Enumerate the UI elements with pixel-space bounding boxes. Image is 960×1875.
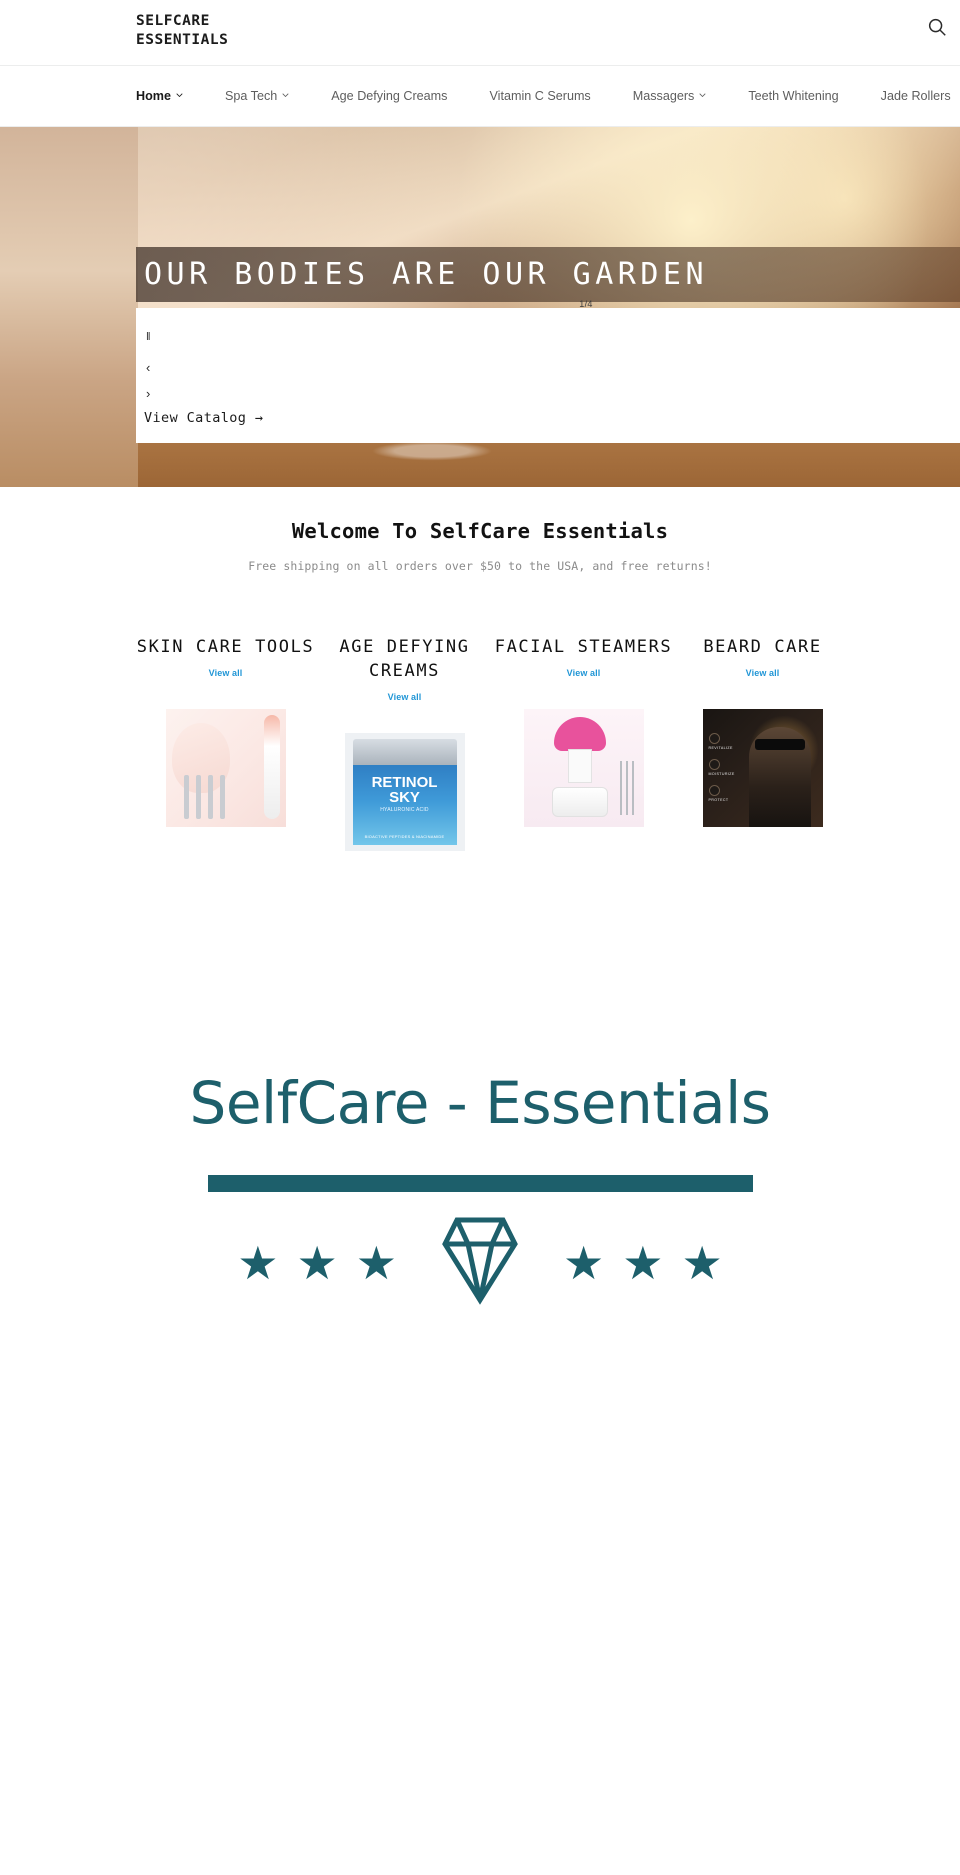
star-icon: ★	[563, 1236, 605, 1289]
category-title[interactable]: AGE DEFYING CREAMS	[315, 635, 494, 683]
beard-tag-protect: PROTECT	[708, 798, 729, 803]
star-icon: ★	[296, 1236, 338, 1289]
slider-next-button[interactable]: ›	[146, 387, 150, 400]
moisturize-icon	[708, 759, 720, 771]
view-all-link[interactable]: View all	[209, 668, 243, 678]
steamer-cone	[553, 717, 606, 752]
protect-icon	[708, 785, 720, 797]
nav-label: Home	[136, 89, 171, 103]
hero-title-band: OUR BODIES ARE OUR GARDEN	[136, 247, 960, 302]
site-header: SELFCARE ESSENTIALS	[0, 0, 960, 65]
retinol-cream-jar-image[interactable]: RETINOL SKY HYALURONIC ACID BIOACTIVE PE…	[344, 733, 465, 852]
tool-prong	[195, 775, 201, 820]
steamer-accessory	[631, 761, 634, 816]
nav-label: Vitamin C Serums	[489, 89, 591, 103]
header-actions	[926, 16, 948, 38]
view-catalog-button[interactable]: View Catalog →	[144, 410, 263, 426]
slide-counter: 1/4	[579, 299, 593, 309]
wand-illustration	[263, 715, 280, 820]
stars-right: ★ ★ ★	[563, 1240, 723, 1286]
diamond-icon	[441, 1214, 519, 1311]
skin-care-tools-image[interactable]	[165, 709, 286, 828]
nav-label: Teeth Whitening	[748, 89, 839, 103]
nav-item-spa-tech[interactable]: Spa Tech	[225, 89, 289, 103]
nav-item-jade-rollers[interactable]: Jade Rollers	[881, 89, 951, 103]
category-grid: SKIN CARE TOOLS View all AGE DEFYING CRE…	[0, 635, 960, 852]
steamer-accessory	[625, 761, 628, 816]
category-title[interactable]: FACIAL STEAMERS	[494, 635, 673, 659]
slider-prev-button[interactable]: ‹	[146, 361, 150, 374]
main-navigation: Home Spa Tech Age Defying Creams Vitamin…	[0, 65, 960, 127]
category-card-age-defying-creams[interactable]: AGE DEFYING CREAMS View all RETINOL SKY …	[315, 635, 494, 852]
category-card-skin-care-tools[interactable]: SKIN CARE TOOLS View all	[136, 635, 315, 851]
welcome-section: Welcome To SelfCare Essentials Free ship…	[0, 487, 960, 573]
category-title[interactable]: BEARD CARE	[673, 635, 852, 659]
nav-item-vitamin-c-serums[interactable]: Vitamin C Serums	[489, 89, 590, 103]
nav-item-massagers[interactable]: Massagers	[633, 89, 707, 103]
cream-label-line1: RETINOL	[371, 774, 438, 792]
tool-prong	[183, 775, 189, 820]
steamer-neck	[567, 749, 592, 784]
beard-care-image[interactable]: REVITALIZE MOISTURIZE PROTECT	[702, 709, 823, 828]
hero-controls-panel: ‖ ‹ › View Catalog →	[136, 308, 960, 443]
search-icon[interactable]	[926, 16, 948, 38]
hero-slider: OUR BODIES ARE OUR GARDEN 1/4 ‖ ‹ › View…	[0, 127, 960, 487]
nav-item-home[interactable]: Home	[136, 89, 183, 103]
nav-label: Age Defying Creams	[331, 89, 448, 103]
steamer-base	[551, 787, 608, 818]
cream-label-line2: SKY	[389, 789, 420, 807]
nav-item-age-defying-creams[interactable]: Age Defying Creams	[331, 89, 447, 103]
cream-label-sub: BIOACTIVE PEPTIDES & NIACINAMIDE	[364, 834, 445, 840]
jar-lid	[352, 739, 457, 766]
brand-icon-row: ★ ★ ★ ★ ★ ★	[0, 1214, 960, 1311]
category-card-facial-steamers[interactable]: FACIAL STEAMERS View all	[494, 635, 673, 851]
cream-label-acid: HYALURONIC ACID	[380, 807, 429, 814]
facial-steamer-image[interactable]	[523, 709, 644, 828]
nav-label: Spa Tech	[225, 89, 278, 103]
slider-pause-button[interactable]: ‖	[146, 332, 150, 343]
star-icon: ★	[355, 1236, 397, 1289]
beard-tag-revitalize: REVITALIZE	[708, 746, 733, 751]
brand-wordmark: SelfCare - Essentials	[189, 1069, 771, 1138]
chevron-down-icon	[282, 92, 289, 100]
logo-line-2: ESSENTIALS	[136, 32, 229, 49]
shipping-notice: Free shipping on all orders over $50 to …	[248, 559, 712, 573]
view-all-link[interactable]: View all	[746, 668, 780, 678]
nav-item-teeth-whitening[interactable]: Teeth Whitening	[748, 89, 838, 103]
brand-divider	[207, 1175, 753, 1193]
brand-logo-section: SelfCare - Essentials ★ ★ ★ ★ ★ ★	[0, 1069, 960, 1311]
star-icon: ★	[622, 1236, 664, 1289]
view-all-link[interactable]: View all	[388, 692, 422, 702]
site-logo[interactable]: SELFCARE ESSENTIALS	[136, 12, 228, 51]
tool-prong	[219, 775, 225, 820]
category-card-beard-care[interactable]: BEARD CARE View all REVITALIZE MOISTURIZ…	[673, 635, 852, 851]
steamer-accessory	[619, 761, 622, 816]
star-icon: ★	[681, 1236, 723, 1289]
chevron-down-icon	[176, 92, 183, 100]
star-icon: ★	[237, 1236, 279, 1289]
chevron-down-icon	[699, 92, 706, 100]
hero-title: OUR BODIES ARE OUR GARDEN	[144, 257, 709, 292]
tool-prong	[207, 775, 213, 820]
welcome-heading: Welcome To SelfCare Essentials	[291, 519, 669, 543]
nav-list: Home Spa Tech Age Defying Creams Vitamin…	[0, 66, 960, 126]
stars-left: ★ ★ ★	[237, 1240, 397, 1286]
sunglasses-icon	[754, 739, 805, 751]
beard-tag-moisturize: MOISTURIZE	[708, 772, 735, 777]
view-all-link[interactable]: View all	[567, 668, 601, 678]
nav-label: Jade Rollers	[880, 89, 951, 103]
category-title[interactable]: SKIN CARE TOOLS	[136, 635, 315, 659]
logo-line-1: SELFCARE	[136, 13, 210, 29]
nav-label: Massagers	[632, 89, 695, 103]
revitalize-icon	[708, 733, 720, 745]
